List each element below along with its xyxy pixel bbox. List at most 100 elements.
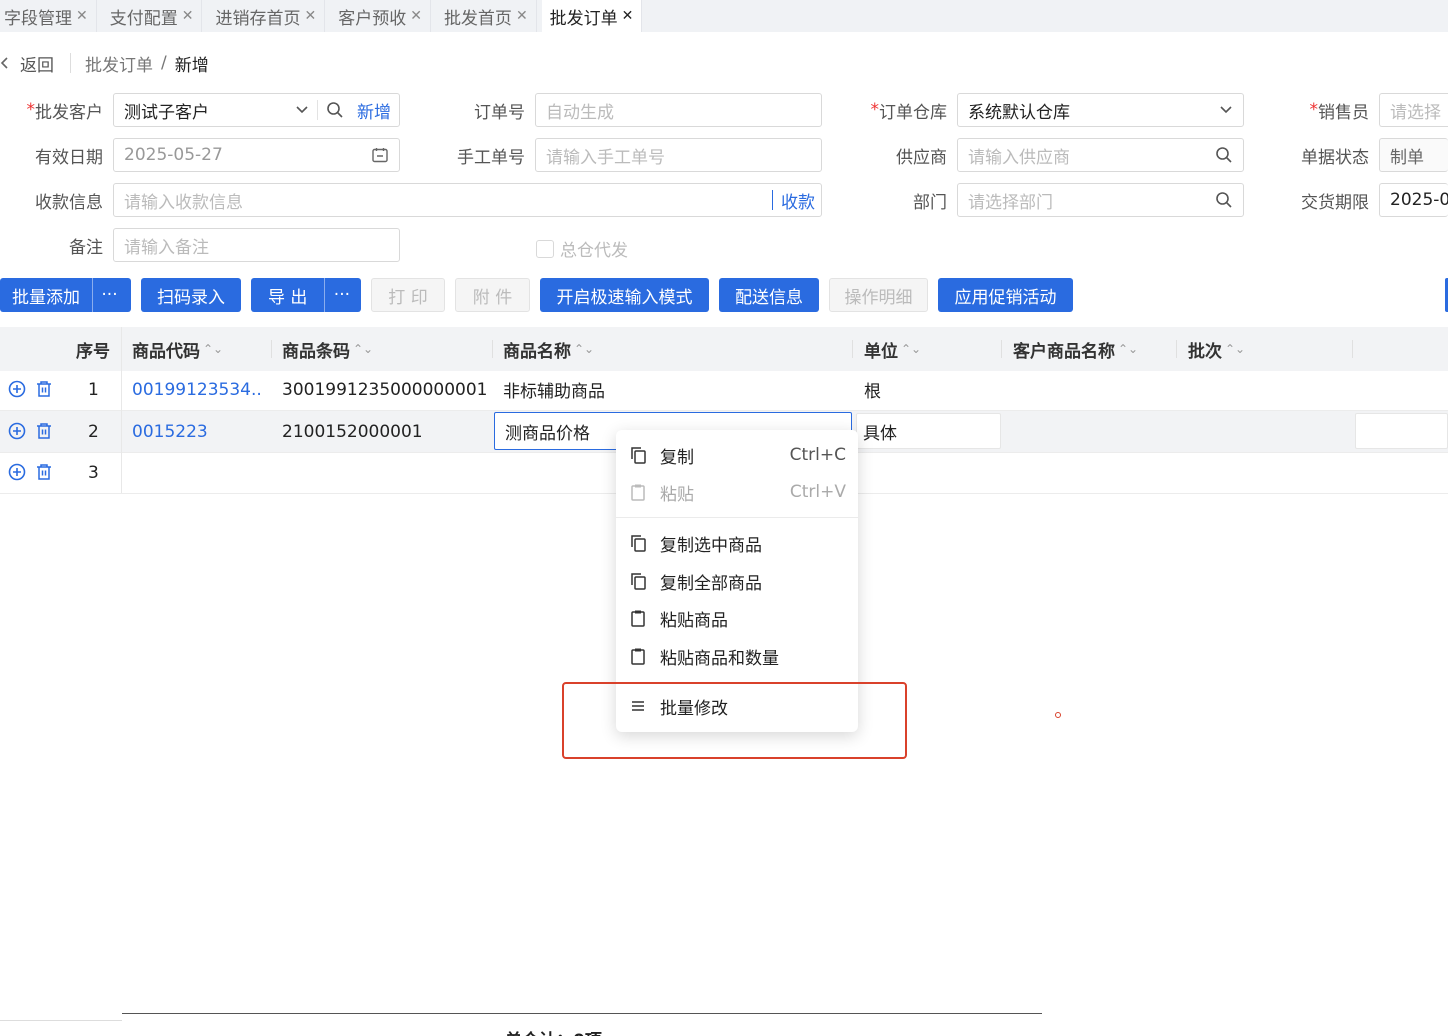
close-icon[interactable]: ✕ xyxy=(304,8,316,24)
row-name[interactable]: 非标辅助商品 xyxy=(503,369,605,410)
delivery-date-input[interactable]: 2025-0 xyxy=(1379,183,1448,217)
trash-icon[interactable] xyxy=(35,422,53,440)
row-barcode: 3001991235000000001 xyxy=(282,379,488,400)
scan-entry-button[interactable]: 扫码录入 xyxy=(141,278,241,312)
unit-editor[interactable]: 具体 xyxy=(856,413,1001,449)
menu-item-copy-selected[interactable]: 复制选中商品 xyxy=(616,525,858,561)
valid-date-input[interactable]: 2025-05-27 xyxy=(113,138,400,172)
customer-label: * 批发客户 xyxy=(26,100,104,123)
print-button[interactable]: 打 印 xyxy=(371,278,445,312)
batch-add-button[interactable]: 批量添加 ··· xyxy=(0,278,131,312)
menu-item-paste[interactable]: 粘贴 Ctrl+V xyxy=(616,474,858,510)
chevron-left-icon xyxy=(0,57,8,69)
close-icon[interactable]: ✕ xyxy=(516,8,528,24)
clipboard-icon xyxy=(631,484,645,501)
highlight-box xyxy=(562,682,907,759)
tab-strip: 字段管理 ✕ 支付配置 ✕ 进销存首页 ✕ 客户预收 ✕ 批发首页 ✕ 批发订单 ✕ xyxy=(0,0,1448,32)
row-unit[interactable]: 根 xyxy=(864,369,881,410)
table-row[interactable]: 1 00199123534... 3001991235000000001 非标辅… xyxy=(0,369,1448,411)
supplier-input[interactable]: 请输入供应商 xyxy=(957,138,1244,172)
row-code-link[interactable]: 0015223 xyxy=(132,411,208,452)
back-button[interactable]: 返回 xyxy=(0,53,71,76)
delivery-label: 交货期限 xyxy=(1301,192,1369,213)
apply-promotion-button[interactable]: 应用促销活动 xyxy=(938,278,1073,312)
manual-no-input[interactable]: 请输入手工单号 xyxy=(535,138,822,172)
remark-input[interactable]: 请输入备注 xyxy=(113,228,400,262)
close-icon[interactable]: ✕ xyxy=(410,8,422,24)
row-seq: 1 xyxy=(88,379,99,400)
payment-input[interactable]: 请输入收款信息 收款 xyxy=(113,183,822,217)
copy-icon xyxy=(631,447,646,464)
customer-select[interactable]: 测试子客户 新增 xyxy=(113,93,400,127)
header-customer-goods-name[interactable]: 客户商品名称 ⌃⌄ xyxy=(1013,327,1138,371)
close-icon[interactable]: ✕ xyxy=(622,8,634,24)
central-ship-checkbox[interactable]: 总仓代发 xyxy=(536,236,628,261)
tab-wholesale-order[interactable]: 批发订单 ✕ xyxy=(541,0,643,32)
trash-icon[interactable] xyxy=(35,463,53,481)
add-row-icon[interactable] xyxy=(8,380,26,398)
tab-payment-config[interactable]: 支付配置 ✕ xyxy=(101,0,203,32)
order-no-input[interactable]: 自动生成 xyxy=(535,93,822,127)
header-batch[interactable]: 批次 ⌃⌄ xyxy=(1188,327,1245,371)
supplier-label: 供应商 xyxy=(896,147,947,168)
breadcrumb-separator: / xyxy=(161,53,167,73)
copy-icon xyxy=(631,573,646,590)
menu-item-copy[interactable]: 复制 Ctrl+C xyxy=(616,437,858,473)
doc-status-field: 制单 xyxy=(1379,138,1448,172)
more-icon[interactable]: ··· xyxy=(324,278,358,312)
attachment-button[interactable]: 附 件 xyxy=(455,278,530,312)
chevron-down-icon xyxy=(1220,106,1232,114)
receive-payment-button[interactable]: 收款 xyxy=(781,188,815,213)
order-no-label: 订单号 xyxy=(474,102,525,123)
tab-customer-prepay[interactable]: 客户预收 ✕ xyxy=(330,0,431,32)
salesman-select[interactable]: 请选择 xyxy=(1379,93,1448,127)
warehouse-select[interactable]: 系统默认仓库 xyxy=(957,93,1244,127)
breadcrumb-parent[interactable]: 批发订单 xyxy=(85,51,153,76)
grid-header: 序号 商品代码 ⌃⌄ 商品条码 ⌃⌄ 商品名称 ⌃⌄ 单位 ⌃⌄ 客户商品名称 ⌃⌄ 批次… xyxy=(0,327,1448,371)
search-icon[interactable] xyxy=(1215,146,1233,164)
calendar-icon[interactable] xyxy=(371,146,389,164)
search-icon[interactable] xyxy=(1215,191,1233,209)
tab-field-management[interactable]: 字段管理 ✕ xyxy=(0,0,97,32)
menu-item-paste-goods[interactable]: 粘贴商品 xyxy=(616,600,858,636)
more-icon[interactable]: ··· xyxy=(92,278,126,312)
row-seq: 2 xyxy=(88,421,99,442)
header-code[interactable]: 商品代码 ⌃⌄ xyxy=(132,327,223,371)
operation-detail-button[interactable]: 操作明细 xyxy=(829,278,928,312)
header-name[interactable]: 商品名称 ⌃⌄ xyxy=(503,327,594,371)
department-label: 部门 xyxy=(913,192,947,213)
close-icon[interactable]: ✕ xyxy=(76,8,88,24)
export-button[interactable]: 导 出 ··· xyxy=(251,278,361,312)
row-barcode: 2100152000001 xyxy=(282,421,423,442)
add-row-icon[interactable] xyxy=(8,422,26,440)
row-code-link[interactable]: 00199123534... xyxy=(132,369,260,410)
menu-item-paste-goods-qty[interactable]: 粘贴商品和数量 xyxy=(616,638,858,674)
remark-label: 备注 xyxy=(69,237,103,258)
trash-icon[interactable] xyxy=(35,380,53,398)
add-row-icon[interactable] xyxy=(8,463,26,481)
chevron-down-icon[interactable] xyxy=(295,105,309,115)
sort-icon: ⌃⌄ xyxy=(1118,342,1139,356)
fast-input-mode-button[interactable]: 开启极速输入模式 xyxy=(540,278,709,312)
footer-total: 单合计：0项 xyxy=(505,1026,602,1036)
header-unit[interactable]: 单位 ⌃⌄ xyxy=(864,327,921,371)
department-input[interactable]: 请选择部门 xyxy=(957,183,1244,217)
doc-status-label: 单据状态 xyxy=(1301,147,1369,168)
grid-column-divider xyxy=(121,327,122,493)
header-barcode[interactable]: 商品条码 ⌃⌄ xyxy=(282,327,373,371)
clipboard-icon xyxy=(631,648,645,665)
add-customer-button[interactable]: 新增 xyxy=(357,98,391,123)
warehouse-label: * 订单仓库 xyxy=(870,100,948,123)
batch-editor[interactable] xyxy=(1355,413,1448,449)
search-icon[interactable] xyxy=(326,101,344,119)
breadcrumb: 返回 批发订单 / 新增 xyxy=(0,50,209,76)
tab-wholesale-home[interactable]: 批发首页 ✕ xyxy=(435,0,537,32)
sort-icon: ⌃⌄ xyxy=(1225,342,1246,356)
close-icon[interactable]: ✕ xyxy=(182,8,194,24)
delivery-info-button[interactable]: 配送信息 xyxy=(719,278,819,312)
salesman-label: * 销售员 xyxy=(1309,100,1370,123)
sort-icon: ⌃⌄ xyxy=(901,342,922,356)
menu-item-copy-all[interactable]: 复制全部商品 xyxy=(616,563,858,599)
tab-inventory-home[interactable]: 进销存首页 ✕ xyxy=(207,0,326,32)
sort-icon: ⌃⌄ xyxy=(574,342,595,356)
